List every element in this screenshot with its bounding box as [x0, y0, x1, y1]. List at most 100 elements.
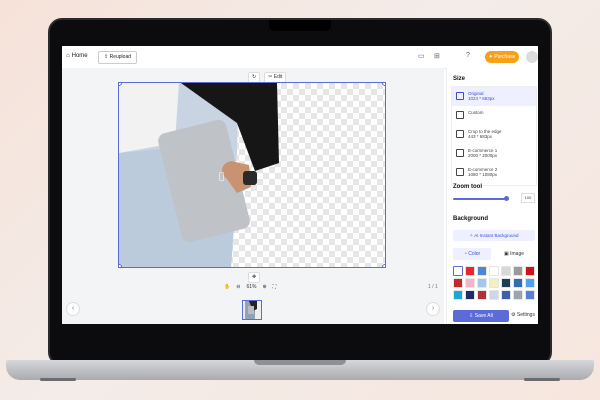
- color-swatch[interactable]: [465, 278, 475, 288]
- image-icon: ▣: [503, 251, 509, 257]
- color-swatch[interactable]: [465, 290, 475, 300]
- color-swatch[interactable]: [513, 290, 523, 300]
- tab-color[interactable]: ◔ Color: [453, 248, 491, 260]
- color-swatch[interactable]: [525, 278, 535, 288]
- resize-handle-bl[interactable]: [119, 264, 122, 267]
- top-bar: ⌂ Home ⇪ Reupload ▭ ⊞ ? ✦ Purchase: [62, 46, 538, 69]
- sparkle-icon: ✧: [469, 233, 474, 238]
- grid-view-icon[interactable]: ⊞: [434, 52, 440, 60]
- resize-handle-tr[interactable]: [382, 83, 385, 86]
- size-option-ecommerce-1[interactable]: E-commerce 1 2000 * 2000px: [452, 144, 536, 163]
- color-swatch[interactable]: [453, 290, 463, 300]
- shop-icon: [456, 168, 464, 176]
- move-icon: ✥: [252, 274, 257, 280]
- home-icon: ⌂: [66, 53, 70, 59]
- color-swatch[interactable]: [501, 290, 511, 300]
- svg-text:: : [219, 172, 224, 182]
- size-option-original[interactable]: Original 1024 * 683px: [452, 87, 536, 106]
- color-swatch[interactable]: [477, 278, 487, 288]
- upload-icon: ⇪: [104, 54, 109, 60]
- settings-button[interactable]: ⚙ Settings: [511, 312, 535, 318]
- tab-image[interactable]: ▣ Image: [495, 248, 533, 260]
- move-button[interactable]: ✥: [248, 272, 261, 283]
- ai-background-button[interactable]: ✧ AI Instant Background: [453, 230, 535, 241]
- size-option-dims: 2000 * 2000px: [468, 153, 498, 158]
- color-swatch[interactable]: [477, 290, 487, 300]
- color-swatches: [453, 266, 537, 300]
- size-section-title: Size: [453, 76, 466, 82]
- chevron-left-icon: ‹: [71, 305, 75, 312]
- hand-icon[interactable]: ✋: [224, 284, 230, 290]
- zoom-controls: ✋ ⊖ 61% ⊕ ⛶: [224, 284, 276, 290]
- image-size-icon: [456, 92, 464, 100]
- settings-label: Settings: [516, 312, 535, 318]
- size-option-dims: 1024 * 683px: [468, 96, 495, 101]
- color-swatch[interactable]: [453, 266, 463, 276]
- size-option-name: Custom: [468, 110, 484, 115]
- base-notch: [254, 360, 346, 365]
- ai-background-label: AI Instant Background: [474, 233, 519, 238]
- laptop-base: [6, 360, 594, 380]
- purchase-button[interactable]: ✦ Purchase: [485, 51, 519, 63]
- next-image-button[interactable]: ›: [426, 302, 440, 316]
- image-thumbnail[interactable]: [242, 300, 262, 320]
- size-option-dims: 443 * 683px: [468, 134, 493, 139]
- save-all-label: Save All: [474, 313, 493, 319]
- chevron-right-icon: ›: [431, 305, 435, 312]
- color-swatch[interactable]: [465, 266, 475, 276]
- edit-label: Edit: [273, 74, 283, 80]
- palette-icon: ◔: [463, 251, 467, 257]
- color-swatch[interactable]: [513, 278, 523, 288]
- color-swatch[interactable]: [489, 290, 499, 300]
- color-swatch[interactable]: [525, 266, 535, 276]
- size-option-crop-edge[interactable]: Crop to the edge 443 * 683px: [452, 125, 536, 144]
- prev-image-button[interactable]: ‹: [66, 302, 80, 316]
- zoom-slider-knob[interactable]: [504, 196, 510, 201]
- fit-screen-icon[interactable]: ⛶: [273, 284, 277, 290]
- laptop-foot-right: [524, 378, 560, 381]
- laptop-foot-left: [40, 378, 76, 381]
- avatar[interactable]: [526, 51, 538, 63]
- resize-handle-br[interactable]: [382, 264, 385, 267]
- size-option-ecommerce-2[interactable]: E-commerce 2 1080 * 1080px: [452, 163, 536, 182]
- color-swatch[interactable]: [525, 290, 535, 300]
- camera-notch: [269, 20, 331, 31]
- size-option-custom[interactable]: Custom: [452, 106, 536, 125]
- zoom-percent: 61%: [246, 284, 257, 290]
- save-all-button[interactable]: ⇩ Save All: [453, 310, 509, 322]
- purchase-label: Purchase: [494, 54, 516, 60]
- help-icon[interactable]: ?: [466, 52, 470, 59]
- crop-icon: [456, 130, 464, 138]
- home-link[interactable]: ⌂ Home: [66, 53, 88, 59]
- background-section-title: Background: [453, 216, 489, 222]
- tab-color-label: Color: [468, 251, 481, 257]
- zoom-section-title: Zoom tool: [453, 184, 482, 190]
- reupload-label: Reupload: [109, 54, 131, 60]
- color-swatch[interactable]: [501, 266, 511, 276]
- color-swatch[interactable]: [453, 278, 463, 288]
- size-option-dims: 1080 * 1080px: [468, 172, 498, 177]
- color-swatch[interactable]: [489, 278, 499, 288]
- scissors-icon: ✂: [268, 74, 273, 80]
- shop-icon: [456, 149, 464, 157]
- download-icon: ⇩: [469, 313, 474, 319]
- rotate-icon: ↻: [252, 74, 257, 80]
- color-swatch[interactable]: [513, 266, 523, 276]
- color-swatch[interactable]: [489, 266, 499, 276]
- zoom-out-icon[interactable]: ⊖: [236, 284, 240, 290]
- zoom-value-input[interactable]: 100: [521, 193, 535, 203]
- single-view-icon[interactable]: ▭: [418, 52, 425, 60]
- color-swatch[interactable]: [477, 266, 487, 276]
- custom-crop-icon: [456, 111, 464, 119]
- zoom-in-icon[interactable]: ⊕: [262, 284, 266, 290]
- canvas-area: ↻ ✂ Edit  ✥: [62, 68, 444, 324]
- edited-image[interactable]: : [118, 82, 386, 268]
- thumbnail-preview: [243, 301, 261, 319]
- app-screen: ⌂ Home ⇪ Reupload ▭ ⊞ ? ✦ Purchase ↻ ✂ E…: [62, 46, 538, 324]
- cutout-person-photo: : [119, 83, 279, 267]
- home-label: Home: [71, 53, 88, 59]
- zoom-slider[interactable]: [453, 196, 510, 201]
- reupload-button[interactable]: ⇪ Reupload: [98, 51, 137, 64]
- color-swatch[interactable]: [501, 278, 511, 288]
- tab-image-label: Image: [510, 251, 525, 257]
